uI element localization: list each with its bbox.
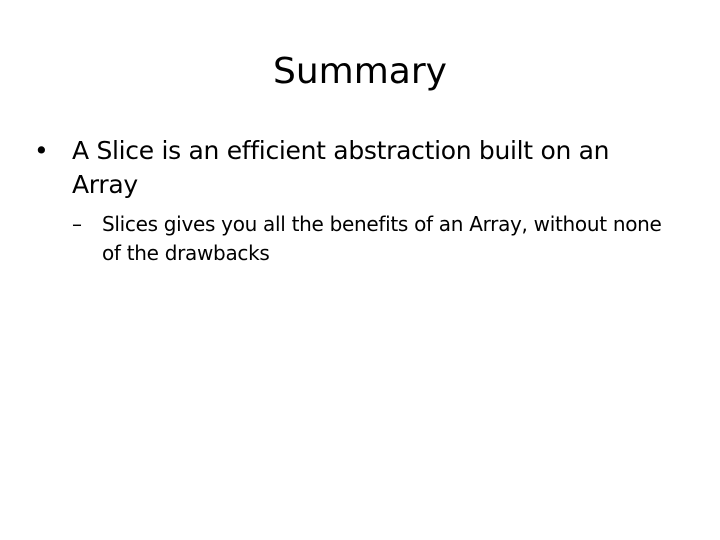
sub-bullet-text: Slices gives you all the benefits of an … xyxy=(102,212,662,265)
slide-body: • A Slice is an efficient abstraction bu… xyxy=(34,134,674,268)
bullet-item: • A Slice is an efficient abstraction bu… xyxy=(34,134,674,202)
slide-title: Summary xyxy=(273,51,447,92)
sub-bullet-marker: – xyxy=(72,212,82,236)
bullet-marker: • xyxy=(34,136,49,165)
bullet-text: A Slice is an efficient abstraction buil… xyxy=(72,136,610,199)
slide: Summary • A Slice is an efficient abstra… xyxy=(0,0,720,540)
sub-bullet-item: – Slices gives you all the benefits of a… xyxy=(72,210,674,268)
